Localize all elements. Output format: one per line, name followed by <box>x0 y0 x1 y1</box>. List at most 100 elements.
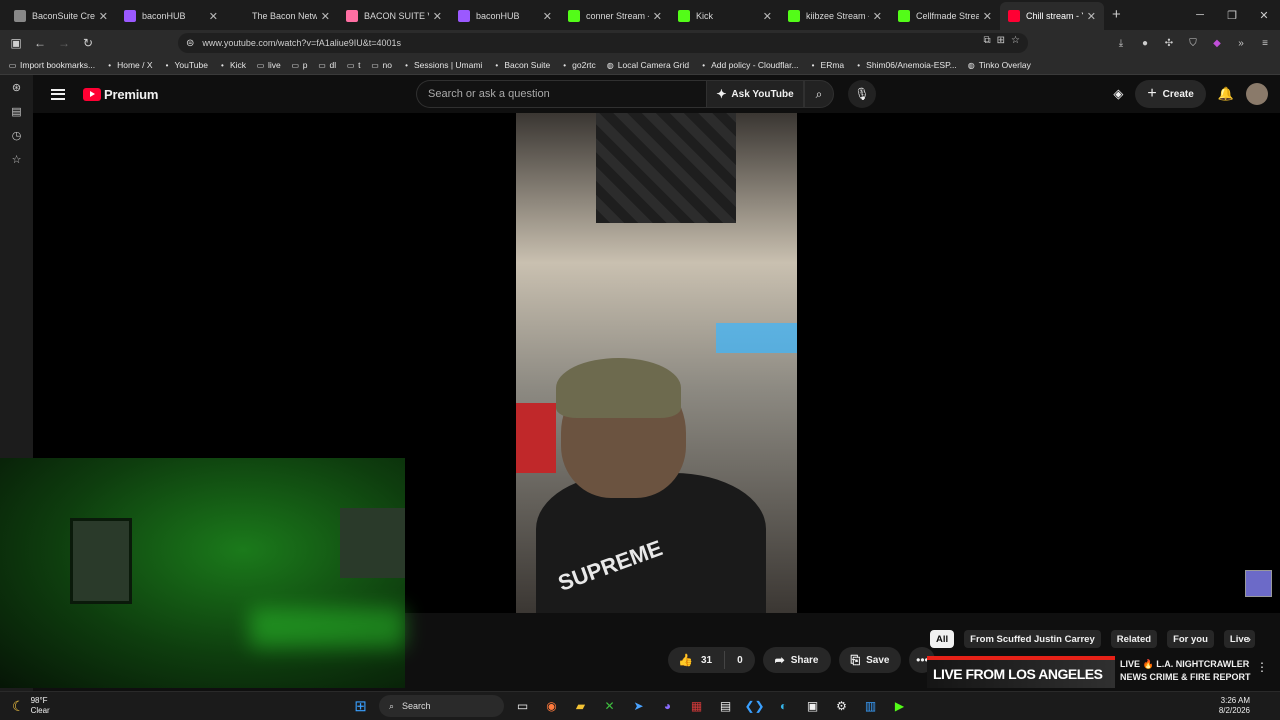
tab-5[interactable]: baconHUB ✕ <box>450 2 560 30</box>
tab-2[interactable]: baconHUB ✕ <box>116 2 226 30</box>
search-button[interactable]: ⌕ <box>804 80 834 108</box>
install-app-icon[interactable]: ⊞ <box>997 35 1005 46</box>
dislike-button[interactable]: 0 <box>725 651 755 669</box>
history-icon[interactable]: ◷ <box>12 129 22 143</box>
restore-icon[interactable]: ❐ <box>1216 9 1248 22</box>
notepad-icon[interactable]: ▣ <box>802 695 823 717</box>
edge-icon[interactable]: ◐ <box>773 695 794 717</box>
forward-icon[interactable]: → <box>52 31 76 55</box>
bookmark-item[interactable]: • YouTube <box>163 60 208 70</box>
tab-3[interactable]: The Bacon Network ✕ <box>226 2 338 30</box>
chip-for-you[interactable]: For you <box>1167 630 1214 648</box>
recommendation-thumbnail[interactable]: LIVE FROM LOS ANGELES <box>927 656 1115 688</box>
app-icon[interactable]: ▦ <box>686 695 707 717</box>
profile-icon[interactable]: ◆ <box>1208 33 1226 53</box>
remote-desktop-icon[interactable]: ▥ <box>860 695 881 717</box>
tab-close-icon[interactable]: ✕ <box>1087 10 1096 23</box>
bookmark-item[interactable]: ▭ dl <box>318 60 336 70</box>
sidebar-toggle-icon[interactable]: ▣ <box>4 31 28 55</box>
bookmark-item[interactable]: ▭ Import bookmarks... <box>8 60 95 70</box>
tab-4[interactable]: BACON SUITE V4 // ✕ <box>338 2 450 30</box>
tab-close-icon[interactable]: ✕ <box>433 10 442 23</box>
like-button[interactable]: 👍 31 <box>668 651 726 669</box>
discord-icon[interactable]: ◕ <box>657 695 678 717</box>
xbox-icon[interactable]: ✕ <box>599 695 620 717</box>
chevron-right-icon[interactable]: › <box>1247 632 1251 646</box>
bookmark-item[interactable]: • Kick <box>218 60 246 70</box>
firefox-icon[interactable]: ◉ <box>541 695 562 717</box>
bookmark-item[interactable]: • go2rtc <box>560 60 596 70</box>
bookmark-star-icon[interactable]: ☆ <box>1011 35 1020 46</box>
chip-from-scuffed-justin-carrey[interactable]: From Scuffed Justin Carrey <box>964 630 1101 648</box>
share-button[interactable]: ➦ Share <box>762 647 831 673</box>
bookmark-item[interactable]: ◍ Tinko Overlay <box>967 60 1031 70</box>
bookmark-item[interactable]: ▭ p <box>291 60 308 70</box>
kick-app-icon[interactable]: ▶ <box>889 695 910 717</box>
video-frame[interactable]: SUPREME <box>516 113 797 613</box>
address-bar[interactable]: ⊜ www.youtube.com/watch?v=fA1aliue9IU&t=… <box>178 33 1028 53</box>
tab-7[interactable]: Kick ✕ <box>670 2 780 30</box>
close-window-icon[interactable]: ✕ <box>1248 9 1280 22</box>
bookmark-item[interactable]: ▭ no <box>371 60 392 70</box>
bookmark-item[interactable]: • ERma <box>809 60 845 70</box>
ask-youtube-button[interactable]: ✦ Ask YouTube <box>706 80 804 108</box>
cast-icon[interactable]: ◈ <box>1113 86 1123 102</box>
new-tab-button[interactable]: + <box>1112 1 1121 29</box>
reload-icon[interactable]: ↻ <box>76 31 100 55</box>
chip-all[interactable]: All <box>930 630 955 648</box>
chip-related[interactable]: Related <box>1110 630 1158 648</box>
avatar[interactable] <box>1246 83 1268 105</box>
collections-icon[interactable]: ▤ <box>11 105 21 119</box>
favorites-icon[interactable]: ☆ <box>12 153 22 167</box>
extension-icon[interactable]: ● <box>1136 33 1154 53</box>
bookmark-item[interactable]: ▭ live <box>256 60 281 70</box>
tab-close-icon[interactable]: ✕ <box>209 10 218 23</box>
tab-close-icon[interactable]: ✕ <box>321 10 330 23</box>
back-icon[interactable]: ← <box>28 31 52 55</box>
site-info-icon[interactable]: ⊜ <box>186 38 194 49</box>
vscode-icon[interactable]: ❮❯ <box>744 695 765 717</box>
bookmark-item[interactable]: • Home / X <box>105 60 152 70</box>
bookmark-item[interactable]: ▭ t <box>346 60 361 70</box>
chatgpt-icon[interactable]: ⊛ <box>12 81 21 95</box>
file-explorer-icon[interactable]: ▰ <box>570 695 591 717</box>
bookmark-item[interactable]: • Sessions | Umami <box>402 60 482 70</box>
notifications-bell-icon[interactable]: 🔔 <box>1218 86 1234 102</box>
taskbar-search[interactable]: ⌕ Search <box>379 695 504 717</box>
create-button[interactable]: + Create <box>1135 80 1206 108</box>
windows-start-icon[interactable]: ⊞ <box>350 695 371 717</box>
weather-widget[interactable]: ☾ 98°F Clear <box>12 696 50 716</box>
voice-search-button[interactable]: 🎙 <box>848 80 876 108</box>
recommendation-more-icon[interactable]: ⋮ <box>1256 660 1268 674</box>
save-button[interactable]: ⎘ Save <box>838 647 902 673</box>
steam-icon[interactable]: ➤ <box>628 695 649 717</box>
tab-9[interactable]: Cellfmade Strea ✕ <box>890 2 1000 30</box>
download-icon[interactable]: ⤓ <box>1112 33 1130 53</box>
settings-icon[interactable]: ⚙ <box>831 695 852 717</box>
search-input[interactable]: Search or ask a question <box>416 80 706 108</box>
terminal-icon[interactable]: ▤ <box>715 695 736 717</box>
puzzle-icon[interactable]: ✣ <box>1160 33 1178 53</box>
tab-8[interactable]: kiibzee Stream - ✕ <box>780 2 890 30</box>
tab-6[interactable]: conner Stream - Wa ✕ <box>560 2 670 30</box>
youtube-logo[interactable]: Premium <box>83 87 158 102</box>
menu-icon[interactable]: ≡ <box>1256 33 1274 53</box>
shield-icon[interactable]: ⛉ <box>1184 33 1202 53</box>
tab-close-icon[interactable]: ✕ <box>99 10 108 23</box>
pip-icon[interactable]: ⧉ <box>984 35 991 46</box>
tab-10[interactable]: Chill stream - Yo ✕ <box>1000 2 1104 30</box>
minimize-icon[interactable]: ─ <box>1184 9 1216 21</box>
tab-close-icon[interactable]: ✕ <box>873 10 882 23</box>
tab-1[interactable]: BaconSuite Creator Dash ✕ <box>6 2 116 30</box>
task-view-icon[interactable]: ▭ <box>512 695 533 717</box>
tab-close-icon[interactable]: ✕ <box>763 10 772 23</box>
chevrons-icon[interactable]: » <box>1232 33 1250 53</box>
bookmark-item[interactable]: • Shim06/Anemoia-ESP... <box>854 60 956 70</box>
clock[interactable]: 3:26 AM 8/2/2026 <box>1219 696 1250 716</box>
tab-close-icon[interactable]: ✕ <box>653 10 662 23</box>
tab-close-icon[interactable]: ✕ <box>543 10 552 23</box>
tab-close-icon[interactable]: ✕ <box>983 10 992 23</box>
bookmark-item[interactable]: ◍ Local Camera Grid <box>606 60 689 70</box>
floating-thumbnail[interactable] <box>1245 570 1272 597</box>
bookmark-item[interactable]: • Bacon Suite <box>492 60 550 70</box>
